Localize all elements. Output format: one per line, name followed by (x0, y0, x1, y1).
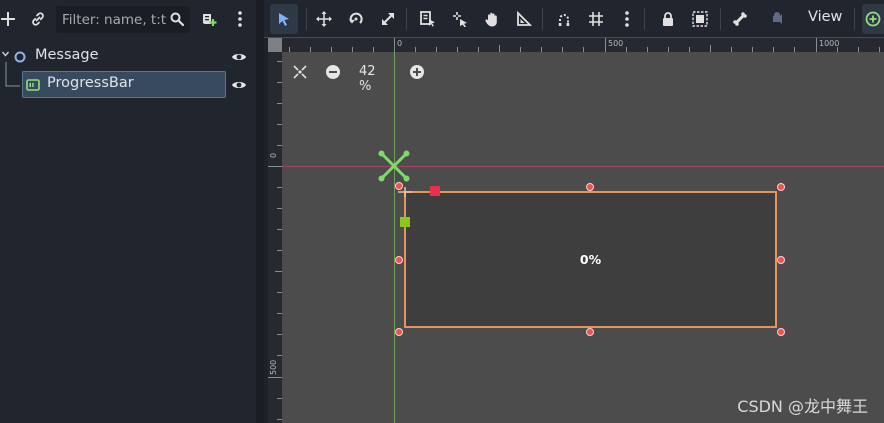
anchor-handles-icon[interactable] (376, 148, 412, 184)
visibility-eye-icon[interactable] (231, 79, 247, 91)
x-axis-guide (268, 166, 884, 167)
view-menu[interactable]: View (808, 9, 842, 25)
rotate-mode-button[interactable] (346, 9, 366, 29)
resize-handle-top[interactable] (586, 183, 594, 191)
rotate-icon (349, 12, 363, 24)
toolbar-separator (542, 8, 543, 30)
add-node-menu-button[interactable] (862, 4, 884, 34)
watermark-text: CSDN @龙中舞王 (737, 397, 868, 416)
ruler-label: 500 (269, 359, 278, 375)
scale-icon (382, 13, 394, 25)
move-arrows-icon (316, 11, 332, 27)
resize-handle-bottom[interactable] (586, 328, 594, 336)
zoom-out-icon[interactable] (325, 64, 341, 80)
zoom-level[interactable]: 42 % (359, 64, 376, 94)
arrow-pointer-icon (279, 13, 289, 26)
grid-snap-button[interactable] (586, 9, 606, 29)
link-icon (32, 12, 44, 26)
resize-handle-top-right[interactable] (777, 183, 785, 191)
pan-mode-button[interactable] (482, 9, 502, 29)
list-select-icon (420, 11, 435, 27)
canvas-viewport[interactable]: 0 500 1000 0 500 42 % 0% (268, 38, 884, 423)
attach-script-button[interactable] (200, 10, 218, 28)
group-icon (692, 11, 708, 27)
size-handle[interactable] (400, 217, 410, 227)
toolbar-separator (406, 8, 407, 30)
toolbar-separator (306, 8, 307, 30)
list-select-button[interactable] (418, 9, 438, 29)
bone-icon (733, 12, 747, 26)
tree-item-label: ProgressBar (47, 75, 134, 91)
progressbar-node-icon (26, 79, 40, 91)
add-node-button[interactable] (0, 10, 16, 28)
tree-item-progressbar[interactable]: ProgressBar (0, 71, 256, 99)
lock-button[interactable] (658, 9, 678, 29)
ruler-horizontal[interactable]: 0 500 1000 (268, 38, 884, 52)
canvas-toolbar: View (264, 0, 884, 38)
ruler-label: 500 (608, 39, 624, 48)
grid-icon (589, 12, 603, 26)
kebab-menu-icon (238, 11, 242, 27)
snap-options-button[interactable] (620, 9, 634, 29)
filter-input[interactable] (62, 11, 170, 28)
filter-field[interactable] (56, 6, 190, 33)
resize-handle-left[interactable] (395, 256, 403, 264)
snap-magnet-icon (558, 14, 570, 26)
select-mode-button[interactable] (270, 4, 298, 34)
y-axis-guide (394, 38, 395, 423)
instance-scene-button[interactable] (28, 10, 48, 28)
visibility-eye-icon[interactable] (231, 51, 247, 63)
ruler-mode-button[interactable] (514, 9, 534, 29)
tree-item-label: Message (35, 47, 99, 63)
progress-bar-control[interactable]: 0% (404, 191, 777, 328)
offset-handle[interactable] (430, 186, 440, 196)
zoom-in-icon[interactable] (409, 64, 425, 80)
scene-options-button[interactable] (232, 10, 248, 28)
resize-handle-bottom-left[interactable] (395, 328, 403, 336)
plus-circle-icon (865, 11, 881, 27)
toolbar-separator (644, 8, 645, 30)
pivot-icon (453, 12, 467, 27)
group-button[interactable] (690, 9, 710, 29)
resize-handle-right[interactable] (777, 256, 785, 264)
scene-tree: Message ProgressBar (0, 42, 256, 423)
lock-icon (663, 12, 673, 26)
ruler-label: 0 (269, 152, 278, 158)
search-icon (170, 12, 184, 26)
plus-icon (1, 12, 15, 26)
scene-dock-toolbar (0, 0, 256, 38)
dock-splitter[interactable] (256, 0, 264, 423)
progress-percent-label: 0% (579, 252, 602, 267)
resize-handle-bottom-right[interactable] (777, 328, 785, 336)
skeleton-button[interactable] (730, 9, 750, 29)
ruler-label: 0 (397, 39, 403, 48)
control-node-icon (14, 51, 26, 63)
ruler-label: 1000 (819, 39, 840, 48)
hand-icon (485, 12, 497, 27)
ruler-vertical[interactable]: 0 500 (268, 38, 282, 423)
toolbar-separator (720, 8, 721, 30)
pivot-mode-button[interactable] (450, 9, 470, 29)
script-add-icon (203, 14, 217, 26)
kebab-menu-icon (625, 11, 629, 27)
scene-dock: Message ProgressBar (0, 0, 256, 423)
override-camera-button[interactable] (768, 9, 788, 29)
scale-mode-button[interactable] (378, 9, 398, 29)
smart-snap-button[interactable] (554, 9, 574, 29)
game-camera-icon (773, 12, 782, 24)
tree-item-message[interactable]: Message (0, 43, 256, 71)
move-mode-button[interactable] (314, 9, 334, 29)
ruler-corner (268, 38, 282, 52)
resize-handle-top-left[interactable] (395, 182, 403, 190)
ruler-ticks-horizontal (289, 38, 880, 52)
ruler-triangle-icon (517, 11, 532, 26)
toolbar-separator (854, 8, 855, 30)
center-view-icon[interactable] (292, 64, 308, 80)
